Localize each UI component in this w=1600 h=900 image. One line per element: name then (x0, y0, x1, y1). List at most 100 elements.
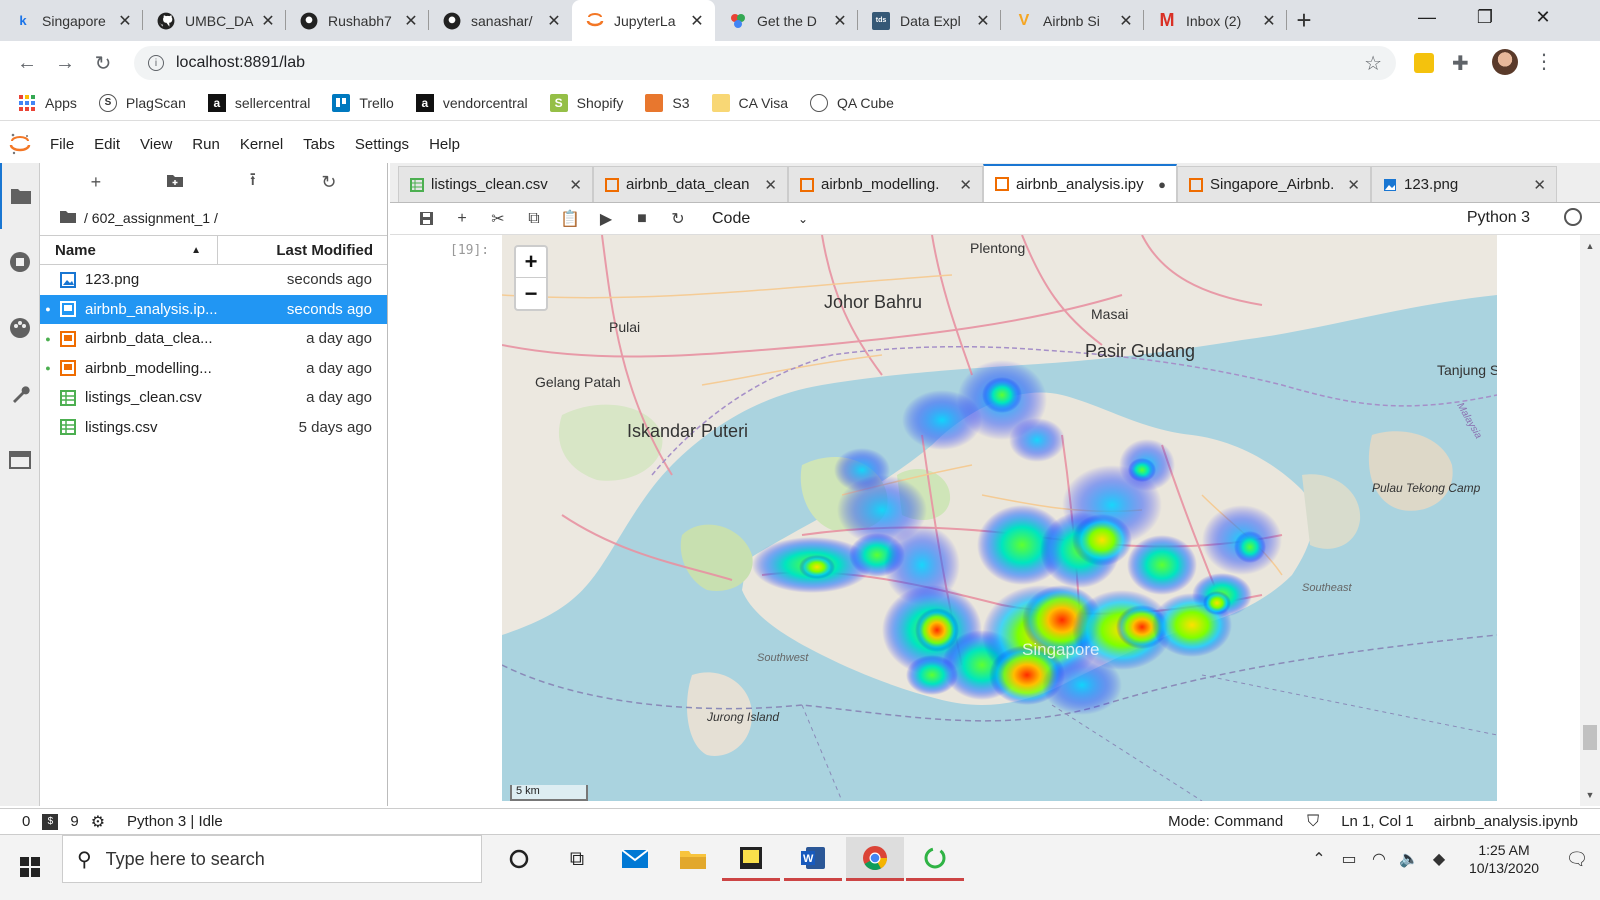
loading-ring-icon[interactable] (906, 837, 964, 881)
browser-tab[interactable]: V Airbnb Si ✕ (1001, 0, 1144, 41)
file-row[interactable]: 123.png seconds ago (40, 265, 387, 295)
tab-airbnb-modelling[interactable]: airbnb_modelling. ✕ (788, 166, 983, 202)
close-icon[interactable]: ✕ (569, 176, 582, 194)
bookmark-s3[interactable]: S3 (645, 93, 690, 112)
task-view-icon[interactable]: ⧉ (548, 837, 606, 881)
close-icon[interactable]: ✕ (764, 176, 777, 194)
browser-tab-active[interactable]: JupyterLa ✕ (572, 0, 715, 41)
copy-icon[interactable]: ⧉ (516, 205, 552, 233)
terminal-count[interactable]: 0 (22, 813, 30, 830)
battery-icon[interactable]: ▭ (1334, 849, 1364, 869)
new-tab-button[interactable]: + (1287, 3, 1321, 37)
volume-icon[interactable]: 🔈 (1394, 849, 1424, 869)
folder-icon[interactable] (60, 210, 76, 226)
zoom-in-button[interactable]: + (516, 247, 546, 278)
menu-kebab-icon[interactable]: ⋮ (1534, 49, 1554, 74)
name-column-header[interactable]: Name ▲ (40, 236, 218, 264)
close-icon[interactable]: ✕ (832, 11, 848, 31)
bookmark-star-icon[interactable]: ☆ (1364, 51, 1382, 76)
notebook-scrollbar[interactable]: ▲ ▼ (1580, 235, 1600, 806)
save-icon[interactable] (408, 205, 444, 233)
file-row-selected[interactable]: ● airbnb_analysis.ip... seconds ago (40, 294, 387, 324)
sticky-notes-icon[interactable] (722, 837, 780, 881)
word-icon[interactable]: W (784, 837, 842, 881)
cell-type-select[interactable]: Code ⌄ (712, 210, 808, 228)
menu-view[interactable]: View (130, 136, 182, 153)
restart-icon[interactable]: ↻ (660, 205, 696, 233)
url-input[interactable]: i localhost:8891/lab ☆ (134, 46, 1396, 80)
reload-button[interactable]: ↻ (84, 44, 122, 82)
chrome-icon[interactable] (846, 837, 904, 881)
menu-settings[interactable]: Settings (345, 136, 419, 153)
unsaved-dot-icon[interactable]: ● (1158, 177, 1166, 192)
bookmark-ca-visa[interactable]: CA Visa (711, 93, 788, 112)
file-row[interactable]: listings_clean.csv a day ago (40, 383, 387, 413)
extensions-puzzle-icon[interactable]: ✚ (1452, 51, 1469, 76)
forward-button[interactable]: → (46, 44, 84, 82)
refresh-icon[interactable]: ↻ (321, 172, 336, 193)
close-icon[interactable]: ✕ (403, 11, 419, 31)
scrollbar-thumb[interactable] (1583, 725, 1597, 750)
menu-run[interactable]: Run (182, 136, 230, 153)
chevron-up-icon[interactable]: ⌃ (1304, 849, 1334, 869)
close-icon[interactable]: ✕ (1261, 11, 1277, 31)
tabs-icon[interactable] (0, 427, 40, 493)
close-icon[interactable]: ✕ (689, 11, 705, 31)
bookmark-trello[interactable]: Trello (332, 93, 394, 112)
browser-tab[interactable]: Get the D ✕ (715, 0, 858, 41)
tab-123-png[interactable]: 123.png ✕ (1371, 166, 1557, 202)
tab-singapore-airbnb[interactable]: Singapore_Airbnb. ✕ (1177, 166, 1371, 202)
run-icon[interactable]: ▶ (588, 205, 624, 233)
notifications-icon[interactable]: 🗨 (1554, 849, 1600, 870)
close-icon[interactable]: ✕ (975, 11, 991, 31)
taskbar-clock[interactable]: 1:25 AM 10/13/2020 (1454, 841, 1554, 877)
mail-icon[interactable] (606, 837, 664, 881)
trusted-shield-icon[interactable]: ⛉ (1307, 813, 1319, 831)
info-icon[interactable]: i (148, 55, 164, 71)
file-row[interactable]: ● airbnb_data_clea... a day ago (40, 324, 387, 354)
restore-button[interactable]: ❐ (1456, 0, 1514, 34)
zoom-out-button[interactable]: − (516, 278, 546, 309)
minimize-button[interactable]: — (1398, 0, 1456, 34)
menu-kernel[interactable]: Kernel (230, 136, 293, 153)
close-window-button[interactable]: ✕ (1514, 0, 1572, 34)
bookmark-shopify[interactable]: S Shopify (549, 93, 623, 112)
gear-icon[interactable]: ⚙ (91, 812, 105, 832)
browser-tab[interactable]: k Singapore ✕ (0, 0, 143, 41)
folder-icon[interactable] (0, 163, 40, 229)
file-row[interactable]: ● airbnb_modelling... a day ago (40, 354, 387, 384)
windows-start-icon[interactable] (10, 847, 50, 887)
browser-tab[interactable]: Rushabh7 ✕ (286, 0, 429, 41)
cut-icon[interactable]: ✂ (480, 205, 516, 233)
taskbar-search-input[interactable]: ⚲ Type here to search (62, 835, 482, 883)
wifi-icon[interactable]: ◠ (1364, 849, 1394, 869)
scroll-up-icon[interactable]: ▲ (1580, 241, 1600, 251)
insert-cell-icon[interactable]: + (444, 205, 480, 233)
close-icon[interactable]: ✕ (117, 11, 133, 31)
cortana-icon[interactable] (490, 837, 548, 881)
heatmap-map[interactable]: Johor Bahru Iskandar Puteri Pasir Gudang… (502, 235, 1497, 801)
file-explorer-icon[interactable] (664, 837, 722, 881)
menu-tabs[interactable]: Tabs (293, 136, 345, 153)
upload-icon[interactable]: ⭱ (250, 167, 256, 197)
palette-icon[interactable] (0, 295, 40, 361)
running-stop-icon[interactable] (0, 229, 40, 295)
paste-icon[interactable]: 📋 (552, 205, 588, 233)
cursor-position[interactable]: Ln 1, Col 1 (1341, 813, 1414, 830)
close-icon[interactable]: ✕ (546, 11, 562, 31)
scroll-down-icon[interactable]: ▼ (1580, 790, 1600, 800)
close-icon[interactable]: ✕ (1118, 11, 1134, 31)
bookmark-apps[interactable]: Apps (18, 94, 77, 112)
terminal-icon[interactable]: $ (42, 813, 59, 830)
menu-file[interactable]: File (40, 136, 84, 153)
extension-icon[interactable] (1414, 53, 1434, 73)
modified-column-header[interactable]: Last Modified (218, 236, 387, 264)
browser-tab[interactable]: M Inbox (2) ✕ (1144, 0, 1287, 41)
back-button[interactable]: ← (8, 44, 46, 82)
bookmark-plagscan[interactable]: S PlagScan (98, 93, 186, 112)
bookmark-vendorcentral[interactable]: a vendorcentral (415, 93, 528, 112)
tab-airbnb-analysis[interactable]: airbnb_analysis.ipy ● (983, 164, 1177, 202)
stop-icon[interactable]: ■ (624, 205, 660, 233)
file-row[interactable]: listings.csv 5 days ago (40, 413, 387, 443)
bookmark-qa-cube[interactable]: QA Cube (810, 93, 894, 112)
